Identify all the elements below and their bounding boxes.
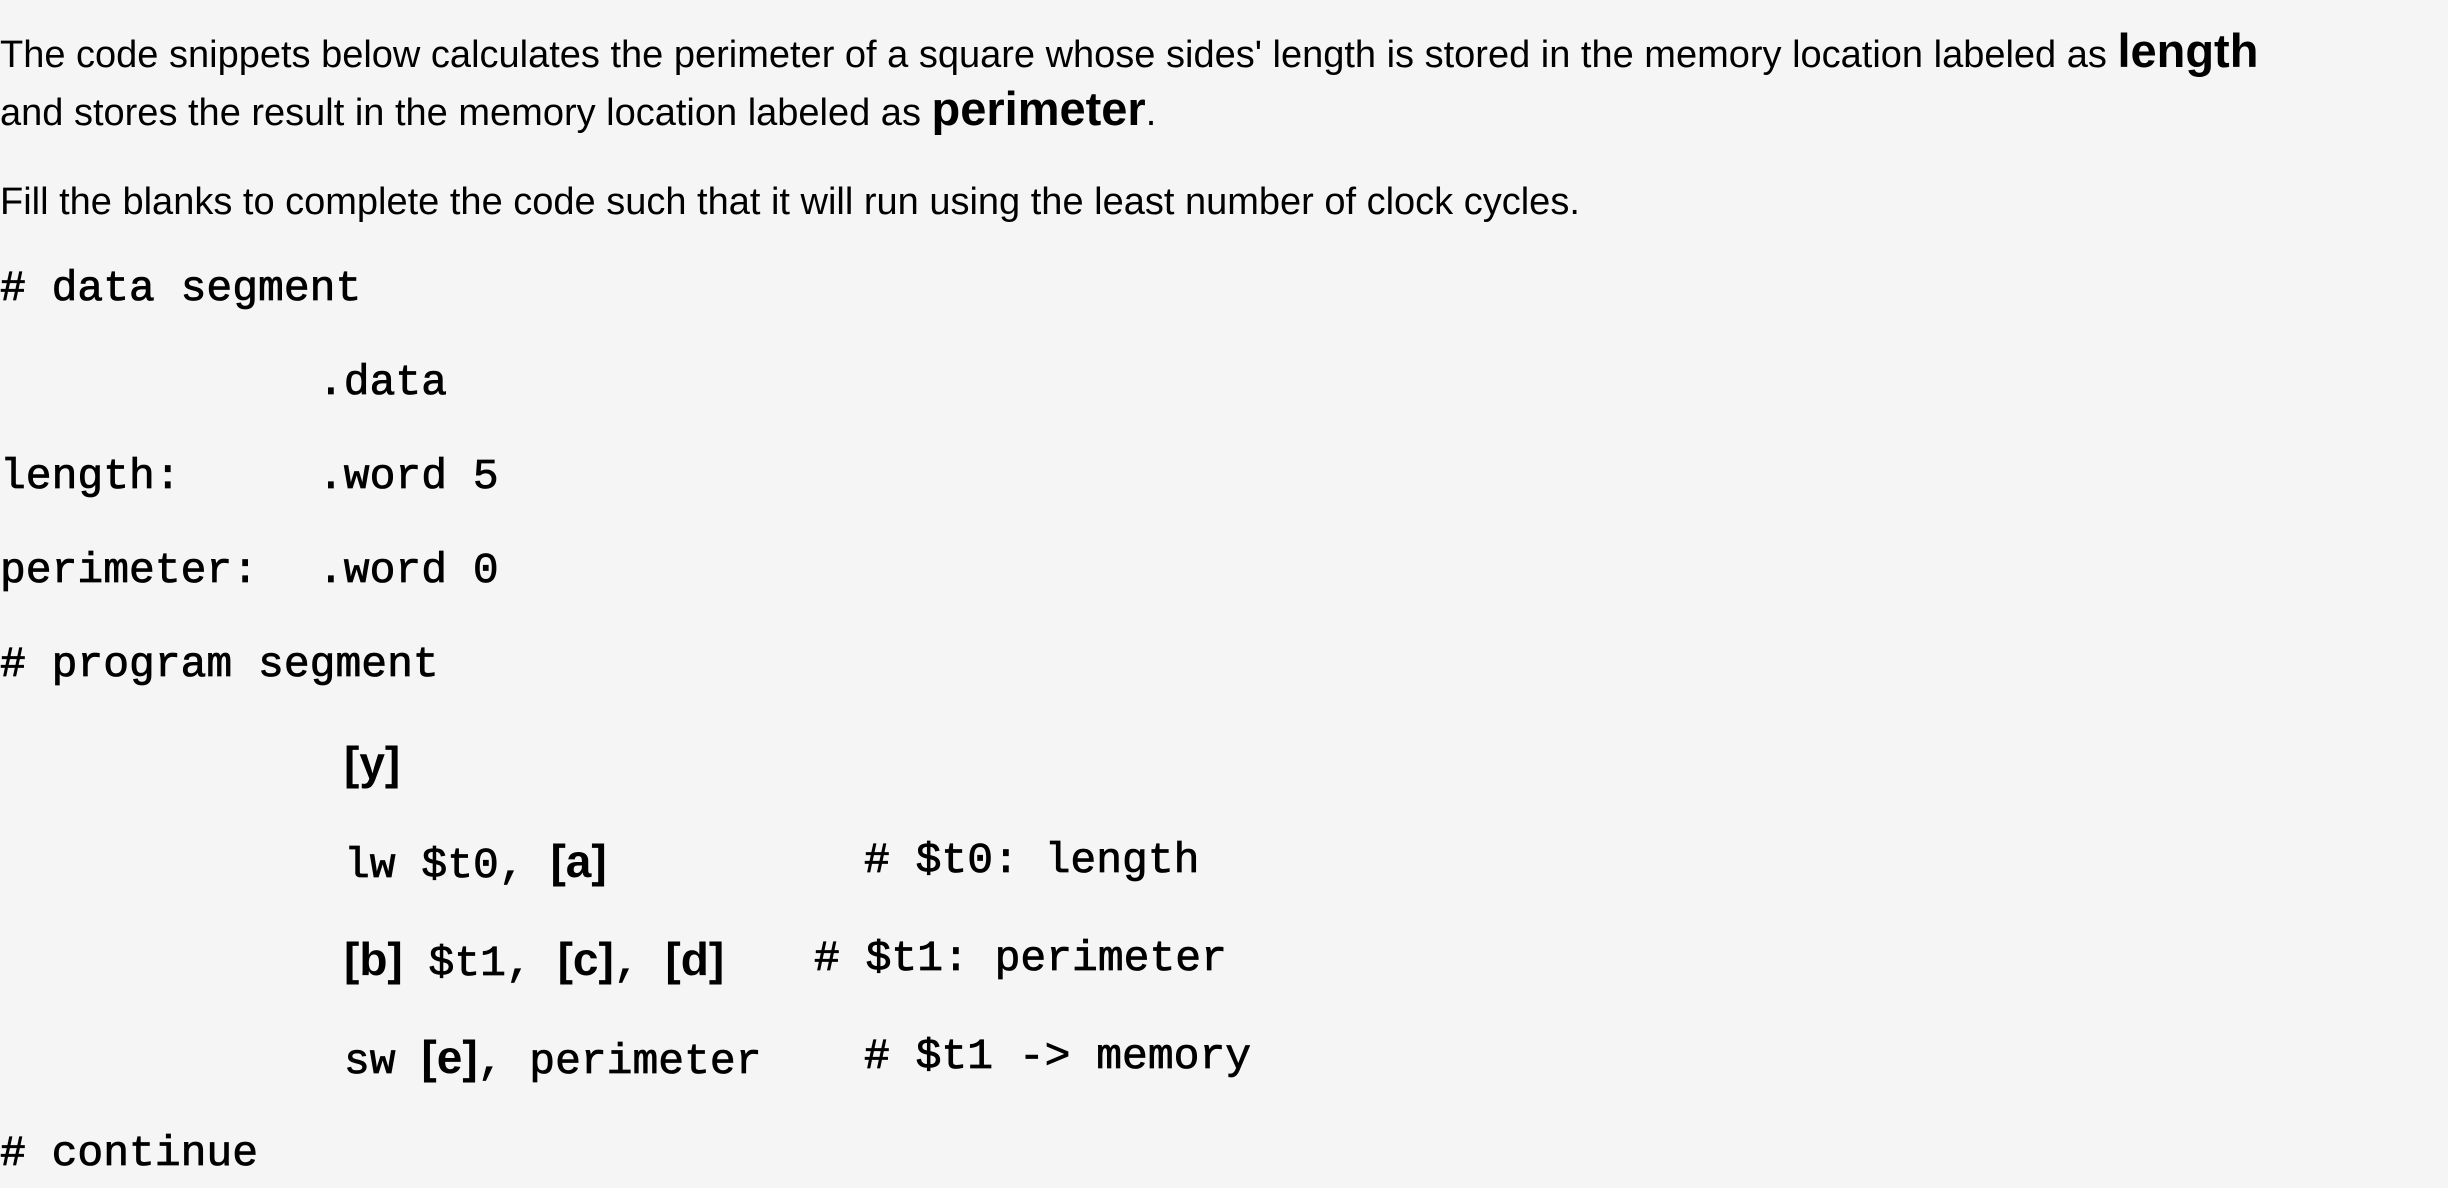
lw-comment: # $t0: length bbox=[864, 836, 1200, 886]
arith-comment: # $t1: perimeter bbox=[814, 934, 1228, 984]
lw-instruction: lw $t0, bbox=[344, 841, 551, 891]
intro-line-1: The code snippets below calculates the p… bbox=[0, 22, 2258, 84]
instruction-text: Fill the blanks to complete the code suc… bbox=[0, 181, 1580, 223]
arith-comma: , bbox=[613, 939, 666, 989]
blank-b[interactable]: [b] bbox=[344, 933, 403, 985]
blank-a[interactable]: [a] bbox=[550, 835, 606, 887]
continue-comment: # continue bbox=[0, 1129, 259, 1179]
intro-line-2: and stores the result in the memory loca… bbox=[0, 80, 1156, 142]
keyword-perimeter: perimeter bbox=[931, 82, 1146, 135]
sw-instruction: sw bbox=[344, 1037, 422, 1087]
intro-text-2: and stores the result in the memory loca… bbox=[0, 92, 932, 134]
sw-operand: , perimeter bbox=[477, 1037, 762, 1087]
data-segment-comment: # data segment bbox=[0, 264, 362, 314]
code-line-sw: sw [e], perimeter bbox=[344, 1027, 762, 1092]
blank-d[interactable]: [d] bbox=[665, 933, 724, 985]
length-declaration: .word 5 bbox=[318, 452, 499, 502]
length-label: length: bbox=[0, 452, 181, 502]
data-directive: .data bbox=[318, 358, 448, 408]
keyword-length: length bbox=[2117, 24, 2259, 77]
code-line-y: [y] bbox=[344, 733, 400, 798]
intro-text-1: The code snippets below calculates the p… bbox=[0, 34, 2118, 76]
arith-t1: $t1, bbox=[402, 939, 558, 989]
perimeter-declaration: .word 0 bbox=[318, 546, 499, 596]
blank-e[interactable]: [e] bbox=[421, 1031, 477, 1083]
code-line-lw: lw $t0, [a] bbox=[344, 831, 607, 896]
code-line-arith: [b] $t1, [c], [d] bbox=[344, 929, 724, 994]
intro-period: . bbox=[1145, 92, 1157, 134]
perimeter-label: perimeter: bbox=[0, 546, 259, 596]
sw-comment: # $t1 -> memory bbox=[864, 1032, 1252, 1082]
blank-c[interactable]: [c] bbox=[558, 933, 614, 985]
blank-y[interactable]: [y] bbox=[344, 737, 400, 789]
program-segment-comment: # program segment bbox=[0, 640, 439, 690]
